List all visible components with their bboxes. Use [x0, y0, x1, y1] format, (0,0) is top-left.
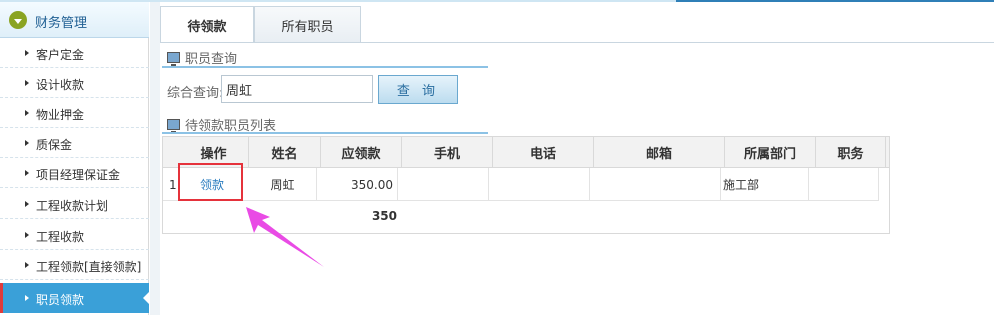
table-row: 1 领款 周虹 350.00 施工部 — [163, 168, 879, 201]
triangle-right-icon — [25, 232, 29, 238]
sidebar-item-label: 质保金 — [36, 138, 73, 152]
triangle-right-icon — [25, 110, 29, 116]
sidebar-item-deposit[interactable]: 客户定金 — [0, 38, 149, 68]
search-button[interactable]: 查 询 — [378, 75, 458, 104]
sidebar-item-project-collection[interactable]: 工程收款 — [0, 220, 149, 250]
search-label: 综合查询: — [167, 86, 224, 101]
sidebar-item-pm-bond[interactable]: 项目经理保证金 — [0, 158, 149, 188]
column-header: 手机 — [402, 137, 493, 168]
sidebar-item-property-deposit[interactable]: 物业押金 — [0, 98, 149, 128]
sidebar-item-label: 项目经理保证金 — [36, 168, 121, 182]
column-header: 邮箱 — [594, 137, 725, 168]
sidebar-item-label: 职员领款 — [36, 293, 85, 307]
sidebar-item-staff-payout[interactable]: 职员领款 — [0, 283, 150, 313]
monitor-icon — [167, 119, 180, 133]
column-header: 姓名 — [249, 137, 321, 168]
triangle-right-icon — [25, 262, 29, 268]
sidebar-item-label: 工程收款计划 — [36, 199, 109, 213]
triangle-right-icon — [25, 295, 29, 301]
triangle-right-icon — [25, 50, 29, 56]
sidebar-header[interactable]: 财务管理 — [0, 2, 149, 38]
department-cell: 施工部 — [721, 168, 809, 201]
section-underline — [162, 132, 488, 134]
monitor-icon — [167, 52, 180, 66]
search-input[interactable] — [221, 75, 373, 103]
name-cell: 周虹 — [249, 168, 317, 201]
phone-cell — [489, 168, 590, 201]
triangle-right-icon — [25, 80, 29, 86]
amount-cell: 350.00 — [317, 168, 398, 201]
main-left-edge — [150, 2, 160, 315]
app-root: 财务管理 客户定金 设计收款 物业押金 质保金 项目经理保证金 工程收款计划 工… — [0, 0, 994, 315]
triangle-right-icon — [25, 201, 29, 207]
tab-divider — [160, 42, 994, 43]
tab-all-staff[interactable]: 所有职员 — [254, 6, 361, 43]
table-header: 操作 姓名 应领款 手机 电话 邮箱 所属部门 职务 — [163, 137, 889, 168]
sidebar-item-label: 客户定金 — [36, 48, 85, 62]
column-header: 职务 — [816, 137, 886, 168]
column-header: 应领款 — [321, 137, 402, 168]
column-header: 所属部门 — [725, 137, 816, 168]
sidebar-header-title: 财务管理 — [35, 16, 88, 31]
active-indicator — [0, 283, 3, 313]
mobile-cell — [398, 168, 489, 201]
query-section-title: 职员查询 — [167, 48, 237, 67]
collapse-icon — [9, 11, 27, 29]
sidebar-item-label: 设计收款 — [36, 78, 85, 92]
sidebar-item-label: 物业押金 — [36, 108, 85, 122]
sidebar-item-label: 工程领款[直接领款] — [36, 260, 142, 274]
sidebar-item-warranty[interactable]: 质保金 — [0, 128, 149, 158]
query-section-label: 职员查询 — [185, 52, 238, 67]
email-cell — [590, 168, 721, 201]
active-notch — [143, 291, 150, 305]
triangle-right-icon — [25, 170, 29, 176]
sidebar: 财务管理 客户定金 设计收款 物业押金 质保金 项目经理保证金 工程收款计划 工… — [0, 2, 150, 315]
position-cell — [809, 168, 879, 201]
sidebar-item-label: 工程收款 — [36, 230, 85, 244]
section-underline — [162, 66, 488, 68]
row-number-header — [163, 137, 179, 168]
sidebar-item-project-payout[interactable]: 工程领款[直接领款] — [0, 250, 149, 280]
sidebar-item-collection-plan[interactable]: 工程收款计划 — [0, 189, 149, 219]
pointer-arrow-icon — [246, 207, 324, 267]
column-header: 电话 — [493, 137, 594, 168]
sidebar-item-design-payment[interactable]: 设计收款 — [0, 68, 149, 98]
total-amount: 350 — [371, 209, 397, 223]
highlight-box — [178, 163, 243, 201]
tab-pending[interactable]: 待领款 — [160, 6, 254, 43]
triangle-right-icon — [25, 140, 29, 146]
